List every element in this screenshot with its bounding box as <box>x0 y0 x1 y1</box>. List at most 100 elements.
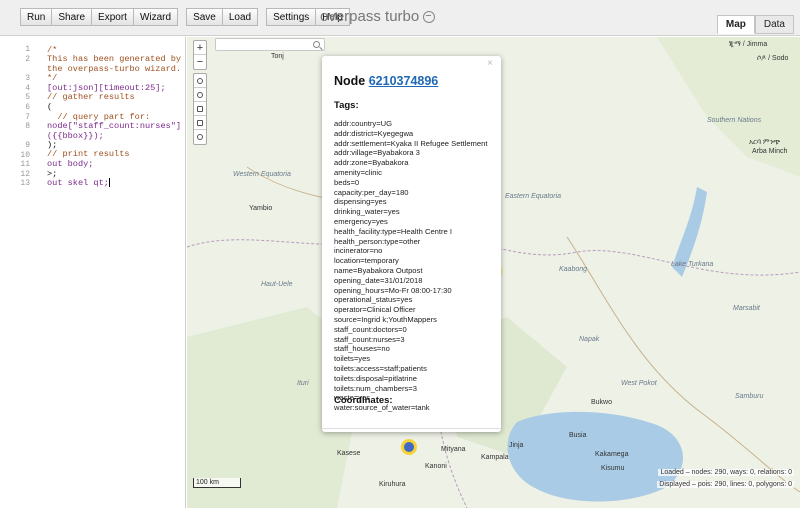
code-line: // gather results <box>47 92 135 102</box>
map-label: Kiruhura <box>379 481 406 488</box>
tag-row: toilets:disposal=pitlatrine <box>334 373 417 383</box>
tag-row: opening_hours=Mo-Fr 08:00-17:30 <box>334 285 452 295</box>
tag-row: beds=0 <box>334 177 360 187</box>
map-label: Kaabong <box>559 266 588 273</box>
map-search-input[interactable] <box>215 38 325 51</box>
map-label: West Pokot <box>621 380 657 387</box>
code-line: This has been generated by <box>47 54 182 64</box>
map-label: Yambio <box>249 205 273 212</box>
view-tabs: Map Data <box>716 15 794 34</box>
line-number: 1 <box>25 45 30 54</box>
map-scale: 100 km <box>193 478 241 488</box>
disable-pois-button[interactable] <box>194 130 206 144</box>
map-label: Tonj <box>271 53 284 60</box>
node-id-link[interactable]: 6210374896 <box>369 74 439 88</box>
tags-heading: Tags: <box>334 100 359 111</box>
tag-row: water:source_of_water=tank <box>334 403 430 413</box>
zoom-to-data-button[interactable] <box>194 102 206 116</box>
line-number: 3 <box>25 74 30 83</box>
tag-row: name=Byabakora Outpost <box>334 266 423 275</box>
map-label: Eastern Equatoria <box>505 193 562 200</box>
tag-row: amenity=clinic <box>334 168 382 177</box>
code-line: the overpass-turbo wizard. <box>47 64 182 74</box>
poi-marker-selected[interactable] <box>401 439 417 455</box>
tag-row: toilets:num_chambers=3 <box>334 383 417 393</box>
code-line: // print results <box>47 149 130 159</box>
map-label: ጂማ / Jimma <box>729 41 768 48</box>
map-label: Kasese <box>337 450 361 457</box>
line-number: 5 <box>25 93 30 102</box>
line-number: 9 <box>25 141 30 150</box>
line-number: 11 <box>20 160 30 169</box>
tag-row: operational_status=yes <box>334 295 413 305</box>
close-icon[interactable]: × <box>487 58 493 69</box>
export-button[interactable]: Export <box>92 8 134 26</box>
line-number-gutter: 1 2 3 4 5 6 7 8 9 10 11 12 13 <box>0 37 40 508</box>
save-button[interactable]: Save <box>186 8 223 26</box>
run-button[interactable]: Run <box>20 8 53 26</box>
load-button[interactable]: Load <box>222 8 259 26</box>
popup-title-prefix: Node <box>334 74 366 88</box>
tag-row: addr:village=Byabakora 3 <box>334 148 420 158</box>
map-label: Kanoni <box>425 463 447 470</box>
tag-row: operator=Clinical Officer <box>334 305 416 315</box>
fullscreen-icon <box>197 119 203 126</box>
tag-row: toilets=yes <box>334 354 371 364</box>
line-number: 12 <box>20 170 30 179</box>
displayed-stats: Displayed – pois: 290, lines: 0, polygon… <box>657 481 794 488</box>
tag-row: incinerator=no <box>334 246 383 256</box>
map-label: Busia <box>569 432 587 439</box>
toolbar-gap <box>178 8 186 26</box>
feature-popup: × Node 6210374896 Tags: Coordinates: add… <box>322 56 501 432</box>
tag-row: emergency=yes <box>334 217 388 226</box>
tag-row: source=Ingrid k;YouthMappers <box>334 315 437 324</box>
code-line: */ <box>47 73 58 83</box>
tag-row: dispensing=yes <box>334 197 387 207</box>
fit-data-icon <box>197 105 203 112</box>
line-number: 2 <box>25 55 30 64</box>
code-line: ( <box>47 102 53 112</box>
line-number: 6 <box>25 103 30 112</box>
search-location-button[interactable] <box>194 74 206 88</box>
map-label: Ituri <box>297 380 309 387</box>
tag-row: opening_date=31/01/2018 <box>334 275 423 285</box>
settings-button[interactable]: Settings <box>266 8 317 26</box>
toolbar-buttons: Run Share Export Wizard Save Load Settin… <box>20 8 350 26</box>
tag-row: addr:district=Kyegegwa <box>334 128 414 138</box>
map-label: ሶዶ / Sodo <box>757 55 789 62</box>
code-line: node["staff_count:nurses"] <box>47 121 182 131</box>
tag-row: addr:zone=Byabakora <box>334 158 409 168</box>
map-label: Southern Nations <box>707 117 762 124</box>
target-icon <box>197 91 203 98</box>
tag-row: capacity:per_day=180 <box>334 187 409 197</box>
query-editor[interactable]: 1 2 3 4 5 6 7 8 9 10 11 12 13 /* This ha… <box>0 37 186 508</box>
tag-row: addr:settlement=Kyaka II Refugee Settlem… <box>334 138 488 148</box>
no-symbol-icon <box>197 134 203 140</box>
share-button[interactable]: Share <box>52 8 93 26</box>
tab-data[interactable]: Data <box>754 15 794 34</box>
map-tool-controls <box>193 73 207 145</box>
map-label: Kisumu <box>601 465 625 472</box>
tag-row: toilets:access=staff;patients <box>334 364 427 373</box>
map-label: Samburu <box>735 393 764 400</box>
tab-map[interactable]: Map <box>716 15 755 34</box>
wizard-button[interactable]: Wizard <box>133 8 179 26</box>
magnifier-icon <box>197 77 203 84</box>
map-label: Marsabit <box>733 305 760 312</box>
map-label: Arba Minch <box>752 148 788 155</box>
app-title: overpass turbo <box>320 8 436 25</box>
map-label: Haut-Uele <box>261 281 293 288</box>
tag-row: health_person:type=other <box>334 236 421 246</box>
line-number: 4 <box>25 84 30 93</box>
toolbar-gap <box>258 8 266 26</box>
tag-row: waste=yes <box>334 393 371 403</box>
tag-row: staff_houses=no <box>334 344 390 354</box>
tag-row: drinking_water=yes <box>334 207 400 217</box>
zoom-in-button[interactable]: + <box>194 41 206 55</box>
locate-me-button[interactable] <box>194 88 206 102</box>
tag-row: staff_count:doctors=0 <box>334 324 407 334</box>
fullscreen-button[interactable] <box>194 116 206 130</box>
zoom-out-button[interactable]: − <box>194 55 206 69</box>
code-line: out skel qt; <box>47 178 109 188</box>
search-icon <box>313 41 320 48</box>
